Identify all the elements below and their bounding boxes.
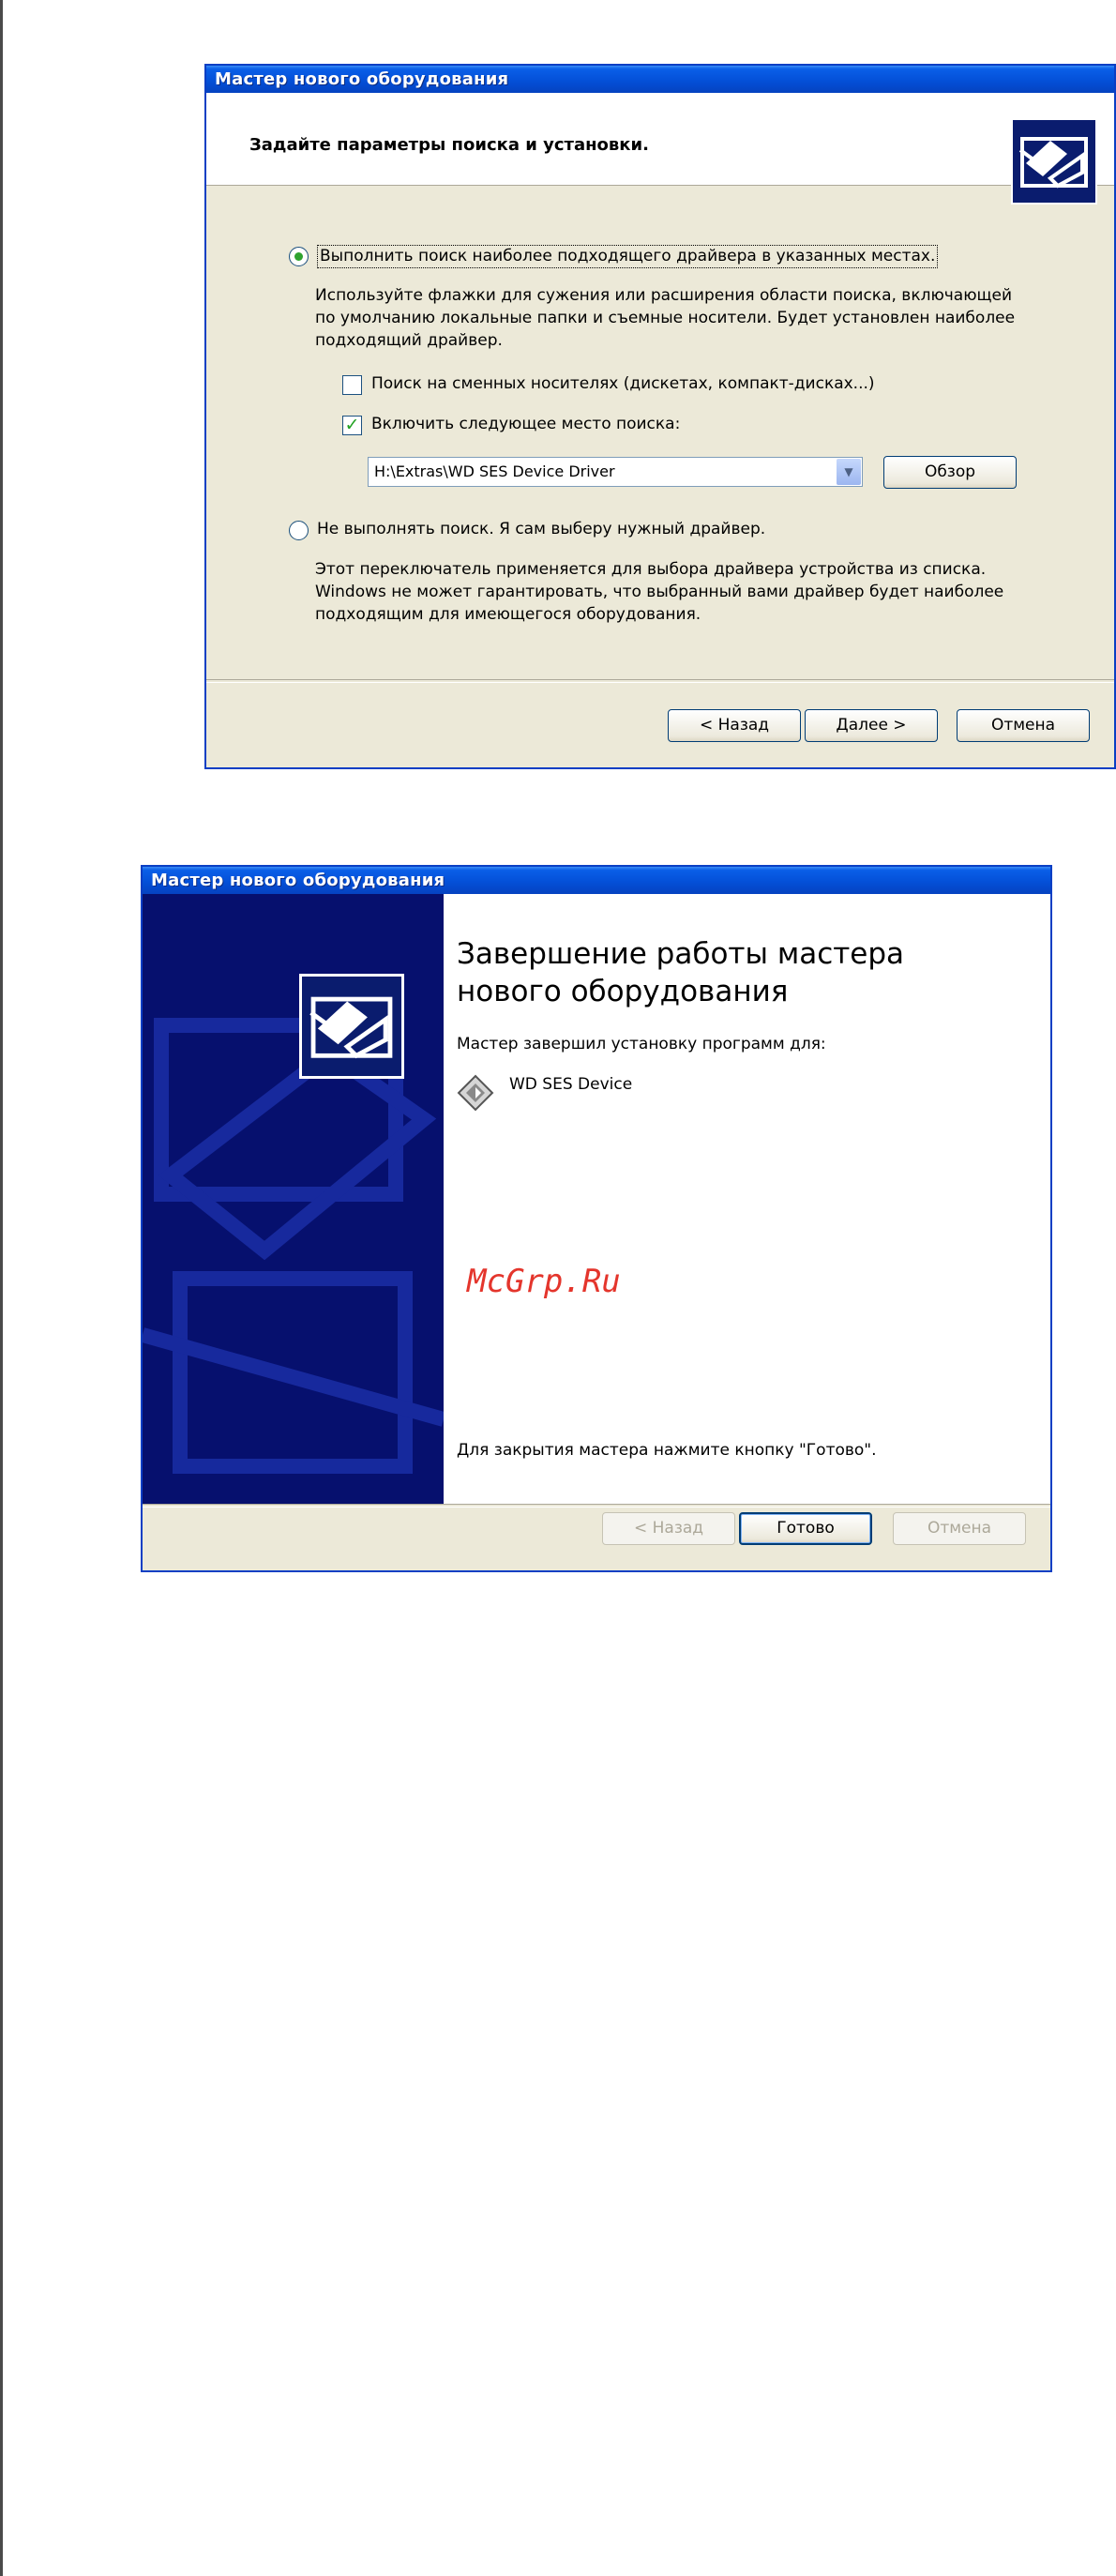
- device-icon: [457, 1074, 494, 1112]
- location-combobox[interactable]: H:\Extras\WD SES Device Driver ▼: [368, 457, 863, 487]
- search-description-line3: подходящий драйвер.: [315, 331, 503, 350]
- location-value: H:\Extras\WD SES Device Driver: [374, 462, 615, 480]
- device-name: WD SES Device: [509, 1075, 633, 1094]
- hardware-wizard-icon: [1011, 118, 1097, 205]
- search-description-line1: Используйте флажки для сужения или расши…: [315, 286, 1013, 305]
- title-bar: Мастер нового оборудования: [143, 867, 1050, 894]
- footer-separator: [206, 679, 1114, 683]
- page-left-rule: [0, 0, 3, 2576]
- no-search-description-line2: Windows не может гарантировать, что выбр…: [315, 583, 1004, 601]
- header-title: Задайте параметры поиска и установки.: [249, 135, 649, 155]
- include-location-label[interactable]: Включить следующее место поиска:: [371, 414, 680, 435]
- browse-button[interactable]: Обзор: [883, 456, 1017, 489]
- no-search-description-line1: Этот переключатель применяется для выбор…: [315, 560, 987, 579]
- completion-content: Завершение работы мастера нового оборудо…: [444, 894, 1050, 1504]
- title-bar: Мастер нового оборудования: [206, 66, 1114, 93]
- wizard-side-panel: [143, 894, 444, 1504]
- completion-title-line1: Завершение работы мастера: [457, 937, 905, 971]
- completion-title-line2: нового оборудования: [457, 975, 789, 1008]
- wizard-dialog-completion: Мастер нового оборудования Завершение ра…: [141, 865, 1052, 1572]
- close-hint-text: Для закрытия мастера нажмите кнопку "Гот…: [457, 1441, 877, 1460]
- no-search-description-line3: подходящим для имеющегося оборудования.: [315, 605, 701, 624]
- back-button[interactable]: < Назад: [668, 709, 801, 742]
- finish-button[interactable]: Готово: [739, 1512, 872, 1545]
- hardware-wizard-icon: [299, 974, 404, 1079]
- chevron-down-icon[interactable]: ▼: [837, 459, 861, 485]
- no-search-radio-label[interactable]: Не выполнять поиск. Я сам выберу нужный …: [317, 519, 765, 540]
- search-radio-label[interactable]: Выполнить поиск наиболее подходящего дра…: [317, 245, 939, 268]
- include-location-checkbox[interactable]: ✓: [342, 416, 362, 435]
- search-radio[interactable]: [289, 247, 309, 266]
- cancel-button[interactable]: Отмена: [957, 709, 1090, 742]
- search-description-line2: по умолчанию локальные папки и съемные н…: [315, 309, 1016, 327]
- installed-for-text: Мастер завершил установку программ для:: [457, 1035, 826, 1053]
- footer-separator: [143, 1504, 1050, 1508]
- next-button[interactable]: Далее >: [805, 709, 938, 742]
- removable-media-checkbox[interactable]: [342, 375, 362, 395]
- back-button[interactable]: < Назад: [602, 1512, 735, 1545]
- removable-media-label[interactable]: Поиск на сменных носителях (дискетах, ко…: [371, 373, 875, 395]
- cancel-button[interactable]: Отмена: [893, 1512, 1026, 1545]
- watermark-text: McGrp.Ru: [467, 1263, 621, 1300]
- wizard-dialog-search-options: Мастер нового оборудования Задайте парам…: [204, 64, 1116, 769]
- no-search-radio[interactable]: [289, 521, 309, 540]
